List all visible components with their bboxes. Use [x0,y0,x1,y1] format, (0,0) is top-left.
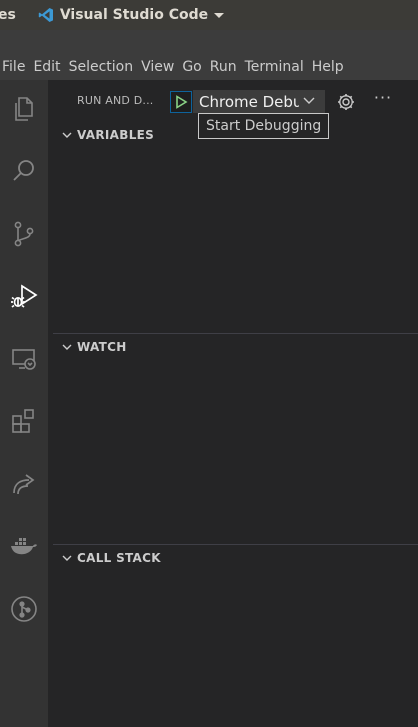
chevron-down-icon [62,132,72,138]
explorer-icon[interactable] [0,85,48,133]
partial-app-label: es [0,7,16,23]
menu-file[interactable]: File [0,55,31,80]
call-stack-title: CALL STACK [77,551,161,565]
variables-panel [53,146,418,333]
more-actions-icon[interactable]: ··· [371,88,395,108]
menu-go[interactable]: Go [180,55,207,80]
run-debug-icon[interactable] [0,272,48,320]
window-titlebar [0,30,418,55]
debug-configuration-select[interactable]: Chrome Debu [193,90,325,113]
gear-icon[interactable] [336,92,356,112]
play-icon [176,95,188,109]
activity-bar [0,80,48,727]
source-control-icon[interactable] [0,210,48,258]
section-divider [53,333,418,334]
menu-run[interactable]: Run [208,55,243,80]
menu-bar: File Edit Selection View Go Run Terminal… [0,55,418,80]
vscode-logo-icon [38,7,54,23]
search-icon[interactable] [0,147,48,195]
remote-explorer-icon[interactable] [0,335,48,383]
watch-panel [53,358,418,544]
git-graph-icon[interactable] [0,585,48,633]
watch-title: WATCH [77,340,127,354]
call-stack-panel [53,569,418,727]
watch-section-header[interactable]: WATCH [53,336,418,358]
extensions-icon[interactable] [0,397,48,445]
menu-selection[interactable]: Selection [67,55,140,80]
menu-edit[interactable]: Edit [31,55,66,80]
section-divider [53,544,418,545]
chevron-down-icon [62,555,72,561]
menu-view[interactable]: View [139,55,180,80]
menu-terminal[interactable]: Terminal [243,55,310,80]
system-top-bar: es Visual Studio Code [0,0,418,30]
chevron-down-icon [303,97,315,104]
app-menu-caret-icon[interactable] [214,12,225,18]
variables-title: VARIABLES [77,128,155,142]
call-stack-section-header[interactable]: CALL STACK [53,547,418,569]
tooltip: Start Debugging [198,113,330,139]
app-title[interactable]: Visual Studio Code [60,7,208,23]
menu-help[interactable]: Help [310,55,350,80]
chevron-down-icon [62,344,72,350]
live-share-icon[interactable] [0,460,48,508]
debug-configuration-value: Chrome Debu [199,92,299,111]
sidebar-title: RUN AND D... [77,94,154,107]
docker-icon[interactable] [0,522,48,570]
run-and-debug-sidebar: RUN AND D... Chrome Debu ··· Start Debug… [53,80,418,727]
start-debugging-button[interactable] [170,91,192,113]
